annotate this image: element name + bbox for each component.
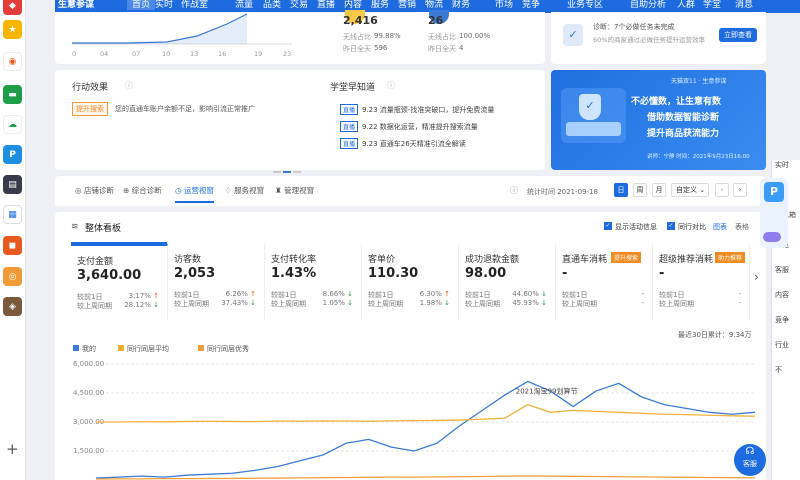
legend-swatch[interactable] — [198, 345, 204, 351]
customer-service-button[interactable]: ☊ 客服 — [734, 444, 766, 476]
legend-label[interactable]: 我的 — [82, 344, 96, 353]
rside-service[interactable]: 客服 — [775, 265, 789, 275]
y-tick-label: 6,000.00 — [73, 360, 104, 368]
rside-content[interactable]: 内容 — [775, 290, 789, 300]
trend-chart: 6,000.004,500.003,000.001,500.00我的 同行同层平均… — [73, 344, 756, 480]
series-line-1[interactable] — [96, 403, 756, 423]
headset-icon: ☊ — [745, 446, 755, 457]
y-tick-label: 1,500.00 — [73, 447, 104, 455]
rside-realtime[interactable]: 实时 — [775, 160, 789, 170]
floating-widget[interactable]: P — [760, 178, 788, 248]
rside-competition[interactable]: 竞争 — [775, 315, 789, 325]
legend-swatch[interactable] — [73, 345, 79, 351]
legend-label[interactable]: 同行同层优秀 — [207, 344, 249, 353]
chart-annotation: 2021淘宝99划算节 — [516, 386, 578, 395]
app-window: ◆ ★ ◉ ▬ ☁ P ▤ ▦ ◼ ◎ ◈ + 生意参谋 首页 实时 作战室 流… — [0, 0, 800, 480]
widget-p-icon: P — [764, 182, 784, 202]
series-line-0[interactable] — [95, 380, 756, 479]
customer-service-label: 客服 — [743, 460, 757, 468]
legend-swatch[interactable] — [118, 345, 124, 351]
y-tick-label: 4,500.00 — [73, 389, 104, 397]
legend-label[interactable]: 同行同层平均 — [127, 344, 169, 353]
rside-more[interactable]: 不 — [775, 365, 782, 375]
toggle-switch[interactable] — [763, 232, 781, 242]
series-line-2[interactable] — [95, 475, 756, 480]
rside-industry[interactable]: 行业 — [775, 340, 789, 350]
